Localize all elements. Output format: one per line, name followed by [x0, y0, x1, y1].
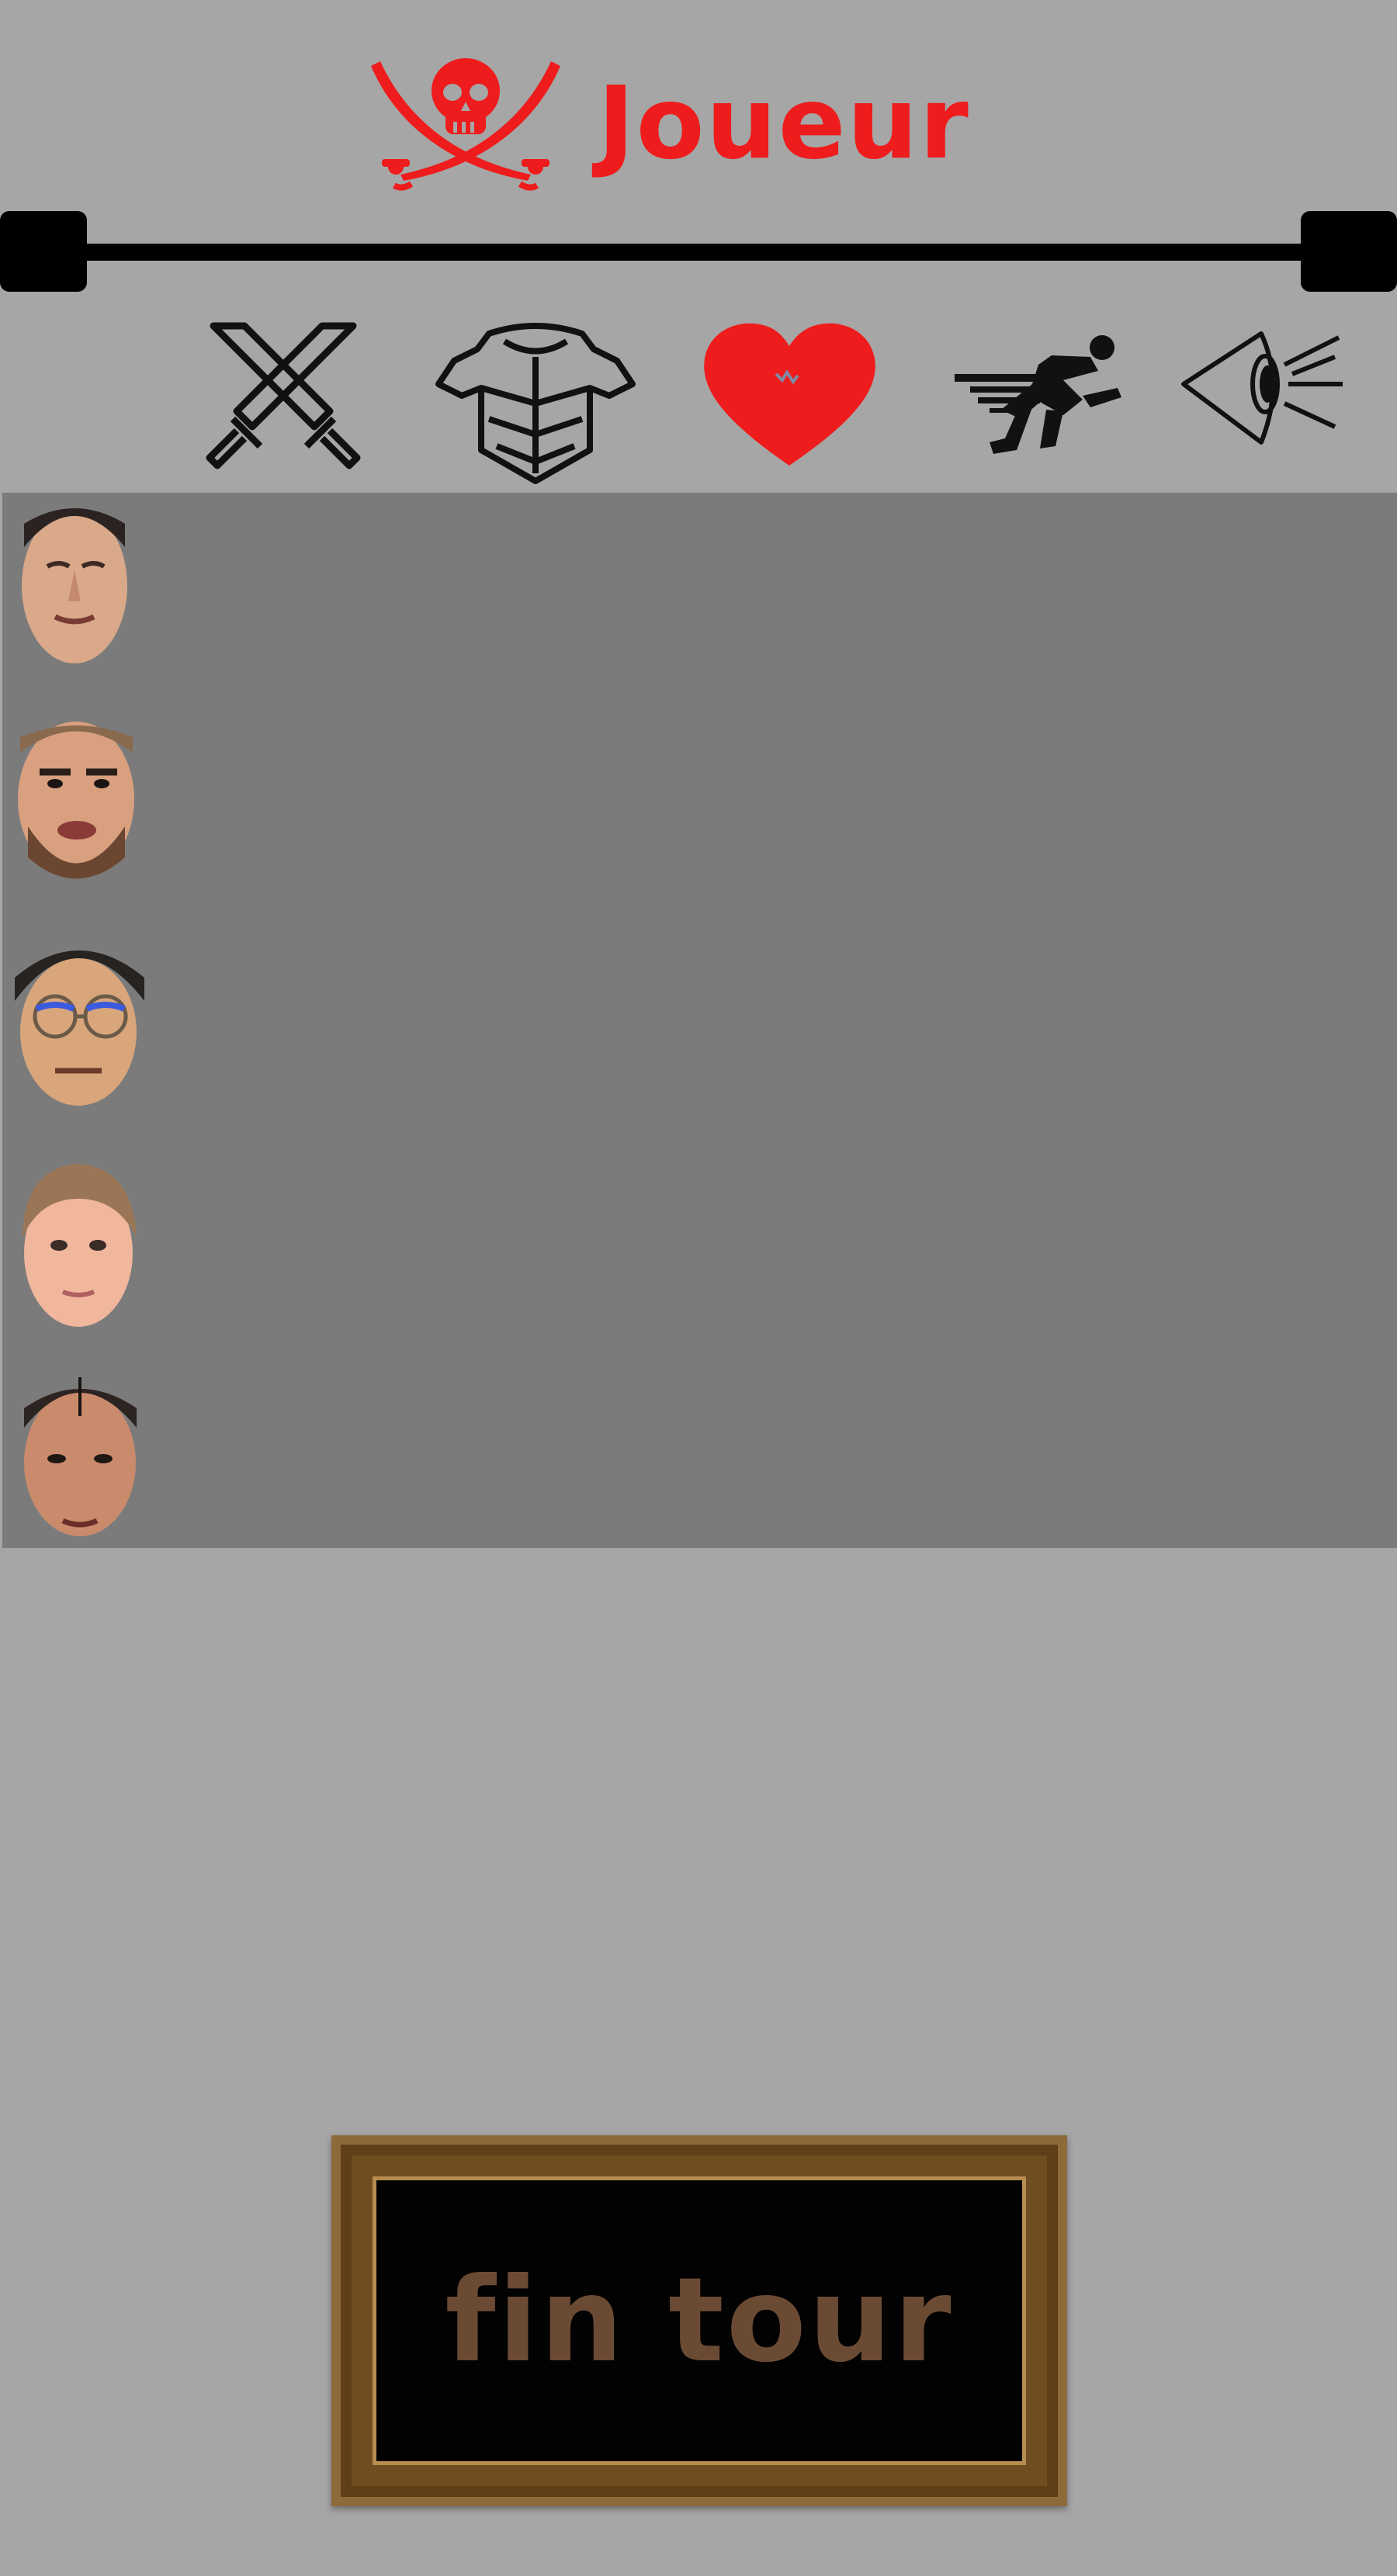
player-avatar[interactable] [9, 493, 144, 671]
end-turn-button-face[interactable]: fin tour [376, 2180, 1022, 2461]
page-title: Joueur [598, 66, 970, 182]
heart-icon[interactable] [698, 310, 881, 489]
end-turn-button[interactable]: fin tour [331, 2135, 1067, 2506]
player-avatar[interactable] [9, 931, 144, 1110]
header: Joueur [0, 0, 1397, 202]
player-avatar[interactable] [9, 714, 144, 892]
player-avatar[interactable] [9, 1152, 144, 1331]
eye-icon[interactable] [1176, 310, 1350, 489]
players-panel [2, 493, 1397, 1548]
crossed-swords-icon[interactable] [198, 310, 369, 489]
chest-armor-icon[interactable] [435, 310, 636, 489]
player-avatar[interactable] [9, 1373, 144, 1552]
end-turn-label: fin tour [445, 2253, 954, 2388]
header-divider [0, 211, 1397, 292]
stats-bar [0, 310, 1397, 489]
running-figure-icon[interactable] [947, 310, 1133, 489]
skull-crossed-sabres-icon [371, 58, 560, 191]
